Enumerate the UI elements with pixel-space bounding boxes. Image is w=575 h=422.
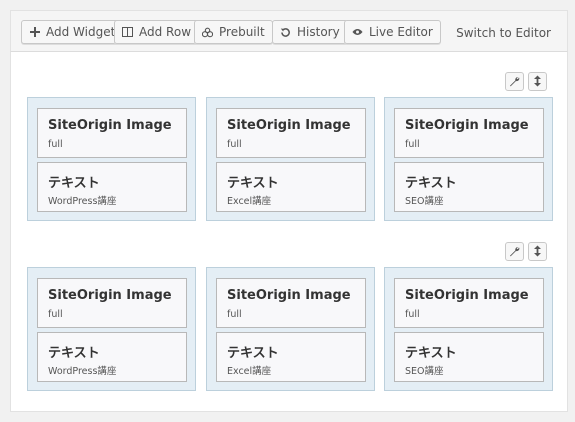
row-tools	[505, 242, 547, 261]
image-widget[interactable]: SiteOrigin Image full	[216, 108, 366, 158]
image-widget[interactable]: SiteOrigin Image full	[394, 108, 544, 158]
columns-icon	[122, 27, 133, 38]
add-widget-button[interactable]: Add Widget	[21, 20, 124, 44]
widget-description: full	[227, 139, 242, 150]
row2-cell3[interactable]: SiteOrigin Image full テキスト SEO講座	[384, 267, 553, 391]
wrench-icon	[509, 72, 520, 91]
widget-description: SEO講座	[405, 366, 444, 377]
widget-description: full	[48, 309, 63, 320]
eye-icon	[352, 27, 363, 38]
widget-description: Excel講座	[227, 366, 272, 377]
row2-cell1[interactable]: SiteOrigin Image full テキスト WordPress講座	[27, 267, 196, 391]
widget-title: SiteOrigin Image	[227, 288, 351, 303]
widget-title: SiteOrigin Image	[405, 118, 529, 133]
row1-cell1[interactable]: SiteOrigin Image full テキスト WordPress講座	[27, 97, 196, 221]
add-row-label: Add Row	[139, 25, 192, 39]
layouts-icon	[202, 27, 213, 38]
move-vertical-icon	[533, 242, 542, 261]
live-editor-label: Live Editor	[369, 25, 433, 39]
widget-description: full	[227, 309, 242, 320]
row-settings-button[interactable]	[505, 242, 524, 261]
row1-cell2[interactable]: SiteOrigin Image full テキスト Excel講座	[206, 97, 375, 221]
image-widget[interactable]: SiteOrigin Image full	[394, 278, 544, 328]
image-widget[interactable]: SiteOrigin Image full	[37, 278, 187, 328]
history-button[interactable]: History	[272, 20, 348, 44]
image-widget[interactable]: SiteOrigin Image full	[216, 278, 366, 328]
add-widget-label: Add Widget	[46, 25, 116, 39]
widget-title: テキスト	[405, 176, 457, 191]
widget-title: SiteOrigin Image	[48, 118, 172, 133]
widget-title: SiteOrigin Image	[227, 118, 351, 133]
text-widget[interactable]: テキスト SEO講座	[394, 162, 544, 212]
widget-description: SEO講座	[405, 196, 444, 207]
widget-description: full	[405, 139, 420, 150]
widget-description: WordPress講座	[48, 366, 117, 377]
text-widget[interactable]: テキスト SEO講座	[394, 332, 544, 382]
widget-title: テキスト	[227, 176, 279, 191]
move-vertical-icon	[533, 72, 542, 91]
widget-description: full	[405, 309, 420, 320]
text-widget[interactable]: テキスト Excel講座	[216, 162, 366, 212]
wrench-icon	[509, 242, 520, 261]
history-icon	[280, 27, 291, 38]
row2-cell2[interactable]: SiteOrigin Image full テキスト Excel講座	[206, 267, 375, 391]
row-tools	[505, 72, 547, 91]
widget-description: Excel講座	[227, 196, 272, 207]
widget-title: テキスト	[227, 346, 279, 361]
widget-title: テキスト	[405, 346, 457, 361]
prebuilt-label: Prebuilt	[219, 25, 265, 39]
widget-title: SiteOrigin Image	[48, 288, 172, 303]
live-editor-button[interactable]: Live Editor	[344, 20, 441, 44]
text-widget[interactable]: テキスト WordPress講座	[37, 332, 187, 382]
text-widget[interactable]: テキスト WordPress講座	[37, 162, 187, 212]
history-label: History	[297, 25, 340, 39]
row-move-button[interactable]	[528, 72, 547, 91]
widget-description: WordPress講座	[48, 196, 117, 207]
text-widget[interactable]: テキスト Excel講座	[216, 332, 366, 382]
widget-title: テキスト	[48, 346, 100, 361]
widget-title: テキスト	[48, 176, 100, 191]
prebuilt-button[interactable]: Prebuilt	[194, 20, 273, 44]
builder-toolbar: Add Widget Add Row Prebuilt History Live…	[10, 10, 568, 52]
row1-cell3[interactable]: SiteOrigin Image full テキスト SEO講座	[384, 97, 553, 221]
row-move-button[interactable]	[528, 242, 547, 261]
widget-description: full	[48, 139, 63, 150]
widget-title: SiteOrigin Image	[405, 288, 529, 303]
image-widget[interactable]: SiteOrigin Image full	[37, 108, 187, 158]
add-row-button[interactable]: Add Row	[114, 20, 200, 44]
plus-icon	[29, 27, 40, 38]
row-settings-button[interactable]	[505, 72, 524, 91]
switch-to-editor-link[interactable]: Switch to Editor	[456, 26, 551, 40]
